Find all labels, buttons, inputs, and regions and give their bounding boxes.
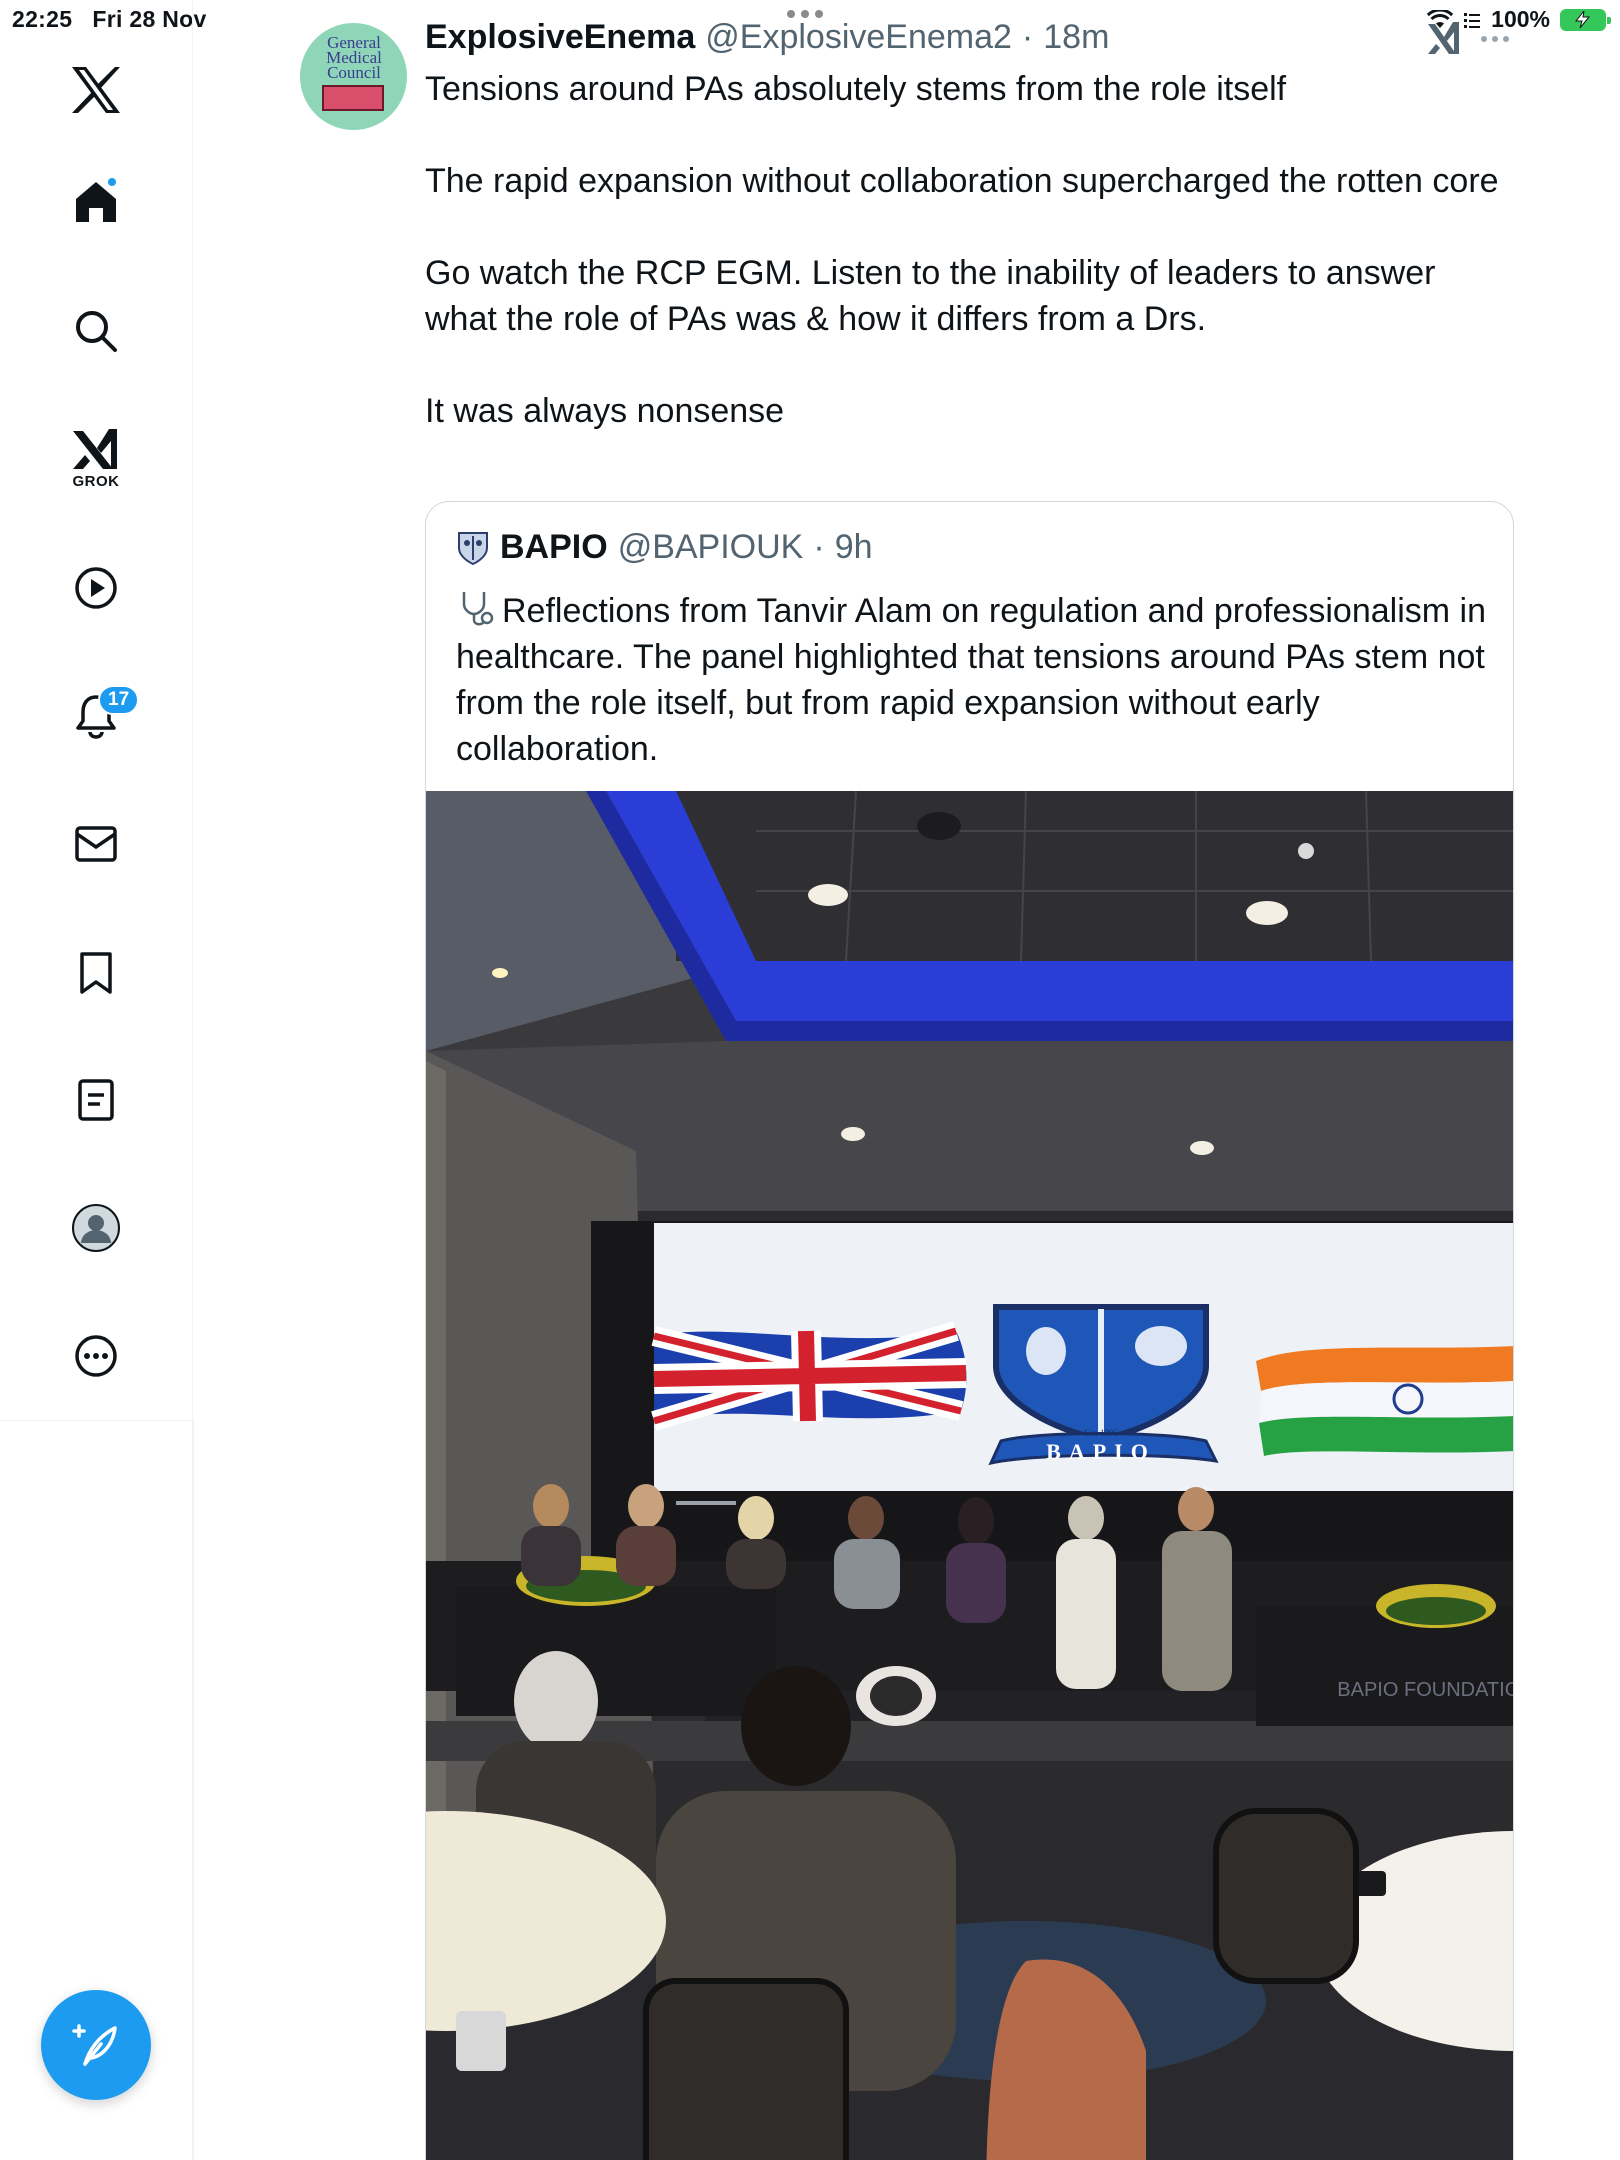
compose-post-button[interactable] bbox=[41, 1990, 151, 2100]
quote-author-name[interactable]: BAPIO bbox=[500, 528, 608, 567]
quote-separator: · bbox=[813, 528, 825, 566]
orientation-lock-icon bbox=[1464, 12, 1481, 28]
sidebar-item-grok[interactable]: GROK bbox=[56, 418, 136, 498]
grok-icon bbox=[73, 428, 117, 469]
quote-header: BAPIO @BAPIOUK · 9h bbox=[456, 528, 873, 567]
compose-feather-icon bbox=[72, 2024, 117, 2066]
table-banner-text: BAPIO FOUNDATION bbox=[1337, 1679, 1514, 1701]
quoted-tweet[interactable]: BAPIO @BAPIOUK · 9h Reflections from Tan… bbox=[425, 501, 1514, 2160]
quote-text-content: Reflections from Tanvir Alam on regulati… bbox=[456, 592, 1486, 768]
sidebar-item-messages[interactable] bbox=[56, 804, 136, 884]
multitasking-menu[interactable] bbox=[787, 10, 823, 18]
tweet-header: ExplosiveEnema @ExplosiveEnema2 · 18m bbox=[425, 18, 1109, 57]
quote-photo[interactable]: BAPIO Est. 1996 BAPIO FOUNDATION bbox=[426, 791, 1514, 2160]
screen-logo-text: BAPIO bbox=[1046, 1439, 1156, 1464]
author-name[interactable]: ExplosiveEnema bbox=[425, 18, 695, 57]
battery-percent: 100% bbox=[1491, 6, 1550, 32]
battery-icon bbox=[1560, 8, 1611, 31]
tweet-more-button[interactable] bbox=[1481, 36, 1509, 42]
tweet-time[interactable]: 18m bbox=[1043, 18, 1109, 57]
sidebar-item-home[interactable] bbox=[56, 162, 136, 242]
sidebar-item-search[interactable] bbox=[56, 291, 136, 371]
avatar-stamp bbox=[322, 85, 384, 111]
stethoscope-icon bbox=[462, 592, 494, 626]
tweet-paragraph: It was always nonsense bbox=[425, 392, 785, 430]
sidebar-item-videos[interactable] bbox=[56, 548, 136, 628]
x-logo-icon bbox=[72, 67, 120, 113]
tweet-paragraph: The rapid expansion without collaboratio… bbox=[425, 162, 1499, 200]
author-avatar[interactable]: General Medical Council bbox=[300, 23, 407, 130]
grok-label: GROK bbox=[72, 472, 120, 490]
list-icon bbox=[78, 1079, 114, 1121]
tweet-paragraph: Tensions around PAs absolutely stems fro… bbox=[425, 70, 1287, 108]
quote-text: Reflections from Tanvir Alam on regulati… bbox=[456, 588, 1486, 772]
grok-explain-icon[interactable] bbox=[1426, 20, 1462, 56]
conference-photo: BAPIO Est. 1996 BAPIO FOUNDATION bbox=[426, 791, 1514, 2160]
header-separator: · bbox=[1021, 18, 1034, 56]
search-icon bbox=[76, 311, 117, 352]
tweet-paragraph: Go watch the RCP EGM. Listen to the inab… bbox=[425, 254, 1436, 338]
avatar-text: General Medical Council bbox=[326, 33, 382, 82]
bapio-logo-icon bbox=[458, 531, 488, 565]
sidebar-item-more[interactable] bbox=[56, 1316, 136, 1396]
bookmark-icon bbox=[80, 952, 112, 994]
tweet-text: Tensions around PAs absolutely stems fro… bbox=[425, 66, 1505, 434]
profile-avatar-icon bbox=[72, 1204, 120, 1252]
sidebar-item-notifications[interactable]: 17 bbox=[56, 676, 140, 756]
screen-est-text: Est. 1996 bbox=[1084, 1428, 1119, 1438]
sidebar-divider bbox=[192, 1421, 194, 2160]
notifications-badge: 17 bbox=[98, 685, 140, 715]
sidebar-nav: GROK 17 bbox=[0, 0, 193, 1421]
x-logo-button[interactable] bbox=[56, 50, 136, 130]
sidebar-item-bookmarks[interactable] bbox=[56, 933, 136, 1013]
home-unread-dot bbox=[106, 176, 118, 188]
sidebar-item-lists[interactable] bbox=[56, 1060, 136, 1140]
mail-icon bbox=[75, 826, 117, 862]
quote-time[interactable]: 9h bbox=[835, 528, 873, 567]
author-handle[interactable]: @ExplosiveEnema2 bbox=[705, 18, 1012, 57]
more-circle-icon bbox=[75, 1335, 117, 1377]
quote-author-handle[interactable]: @BAPIOUK bbox=[618, 528, 804, 567]
sidebar-item-profile[interactable] bbox=[56, 1188, 136, 1268]
play-circle-icon bbox=[75, 567, 117, 609]
